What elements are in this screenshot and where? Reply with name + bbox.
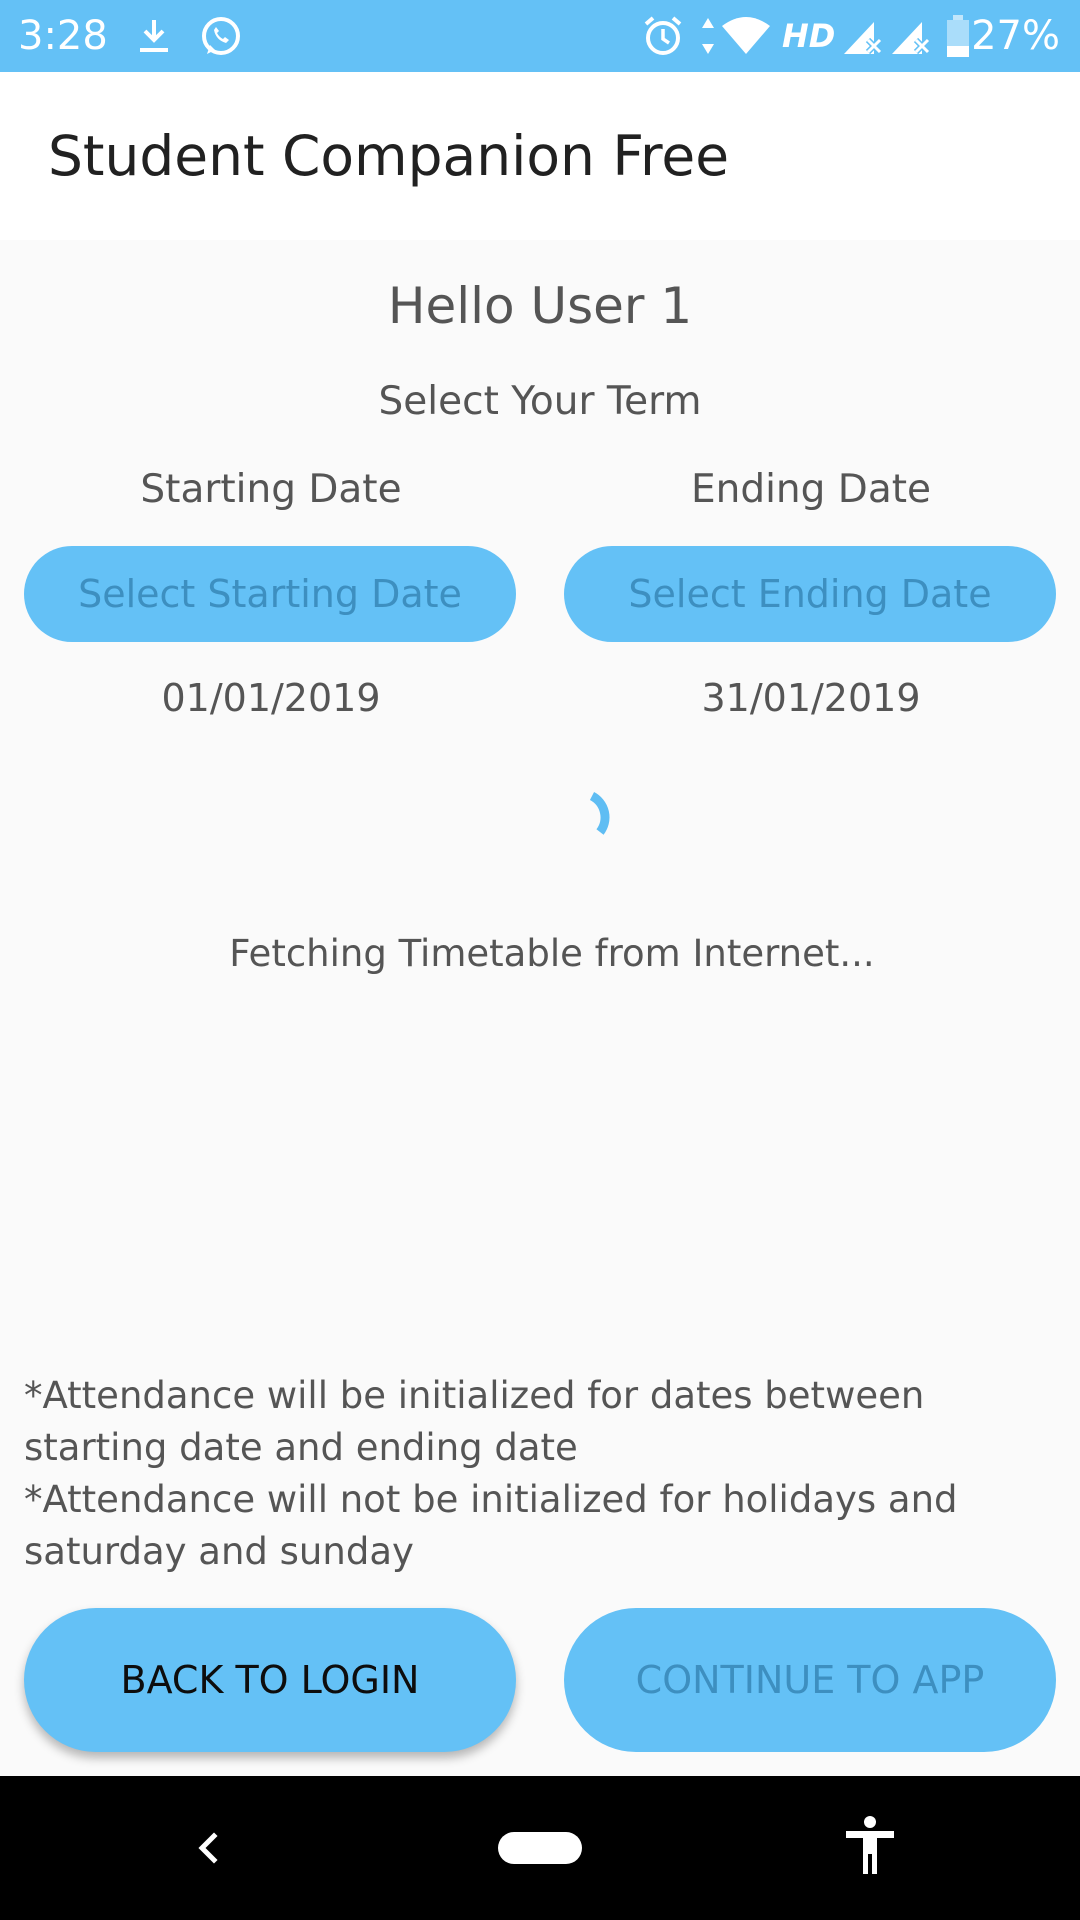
app-bar: Student Companion Free xyxy=(0,72,1080,240)
hd-icon: HD xyxy=(782,17,836,55)
status-bar: 3:28 HD 27% xyxy=(0,0,1080,72)
signal-icon xyxy=(842,18,883,60)
continue-to-app-button[interactable]: CONTINUE TO APP xyxy=(564,1608,1056,1752)
app-title: Student Companion Free xyxy=(48,124,730,188)
wifi-icon xyxy=(720,16,772,60)
ending-date-value: 31/01/2019 xyxy=(701,676,921,720)
loading-message: Fetching Timetable from Internet... xyxy=(229,932,875,975)
battery-icon xyxy=(946,14,970,62)
starting-date-value: 01/01/2019 xyxy=(161,676,381,720)
greeting-text: Hello User 1 xyxy=(387,277,693,335)
starting-date-label: Starting Date xyxy=(140,467,402,512)
whatsapp-icon xyxy=(198,14,244,64)
select-term-label: Select Your Term xyxy=(378,379,702,424)
data-arrows-icon xyxy=(700,16,716,60)
select-starting-date-button[interactable]: Select Starting Date xyxy=(24,546,516,642)
download-icon xyxy=(134,16,174,60)
signal-icon xyxy=(890,18,931,60)
battery-percent: 27% xyxy=(971,13,1060,59)
navigation-bar xyxy=(0,1776,1080,1920)
ending-date-label: Ending Date xyxy=(690,467,932,512)
note-text: *Attendance will not be initialized for … xyxy=(24,1478,958,1573)
back-icon[interactable] xyxy=(180,1820,236,1880)
attendance-notes: *Attendance will be initialized for date… xyxy=(24,1370,1064,1578)
accessibility-icon[interactable] xyxy=(842,1814,898,1882)
back-to-login-button[interactable]: BACK TO LOGIN xyxy=(24,1608,516,1752)
home-icon[interactable] xyxy=(498,1832,582,1868)
note-text: *Attendance will be initialized for date… xyxy=(24,1374,925,1469)
loading-spinner-icon xyxy=(570,788,630,848)
status-time: 3:28 xyxy=(18,13,108,59)
alarm-icon xyxy=(642,14,684,62)
select-ending-date-button[interactable]: Select Ending Date xyxy=(564,546,1056,642)
